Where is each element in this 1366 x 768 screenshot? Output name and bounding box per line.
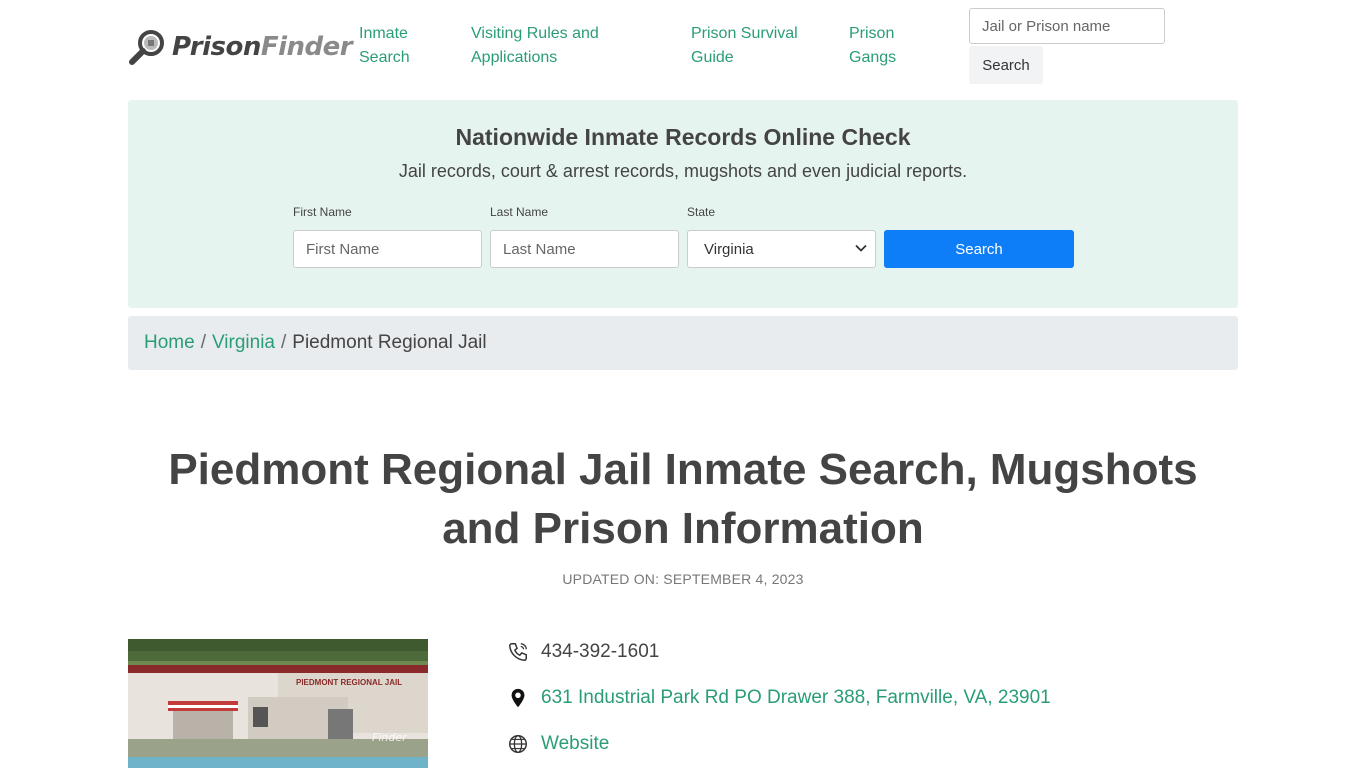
map-pin-icon [507, 687, 529, 709]
phone-number: 434-392-1601 [541, 641, 660, 662]
facility-photo: PIEDMONT REGIONAL JAIL Finder [128, 639, 428, 768]
nav-prison-survival-guide[interactable]: Prison Survival Guide [691, 22, 821, 70]
breadcrumb-separator: / [200, 332, 206, 353]
breadcrumb-current: Piedmont Regional Jail [292, 332, 487, 353]
state-select[interactable]: Virginia [687, 230, 876, 268]
inmate-records-panel: Nationwide Inmate Records Online Check J… [128, 100, 1238, 308]
state-select-value: Virginia [704, 240, 754, 258]
address-link[interactable]: 631 Industrial Park Rd PO Drawer 388, Fa… [541, 687, 1051, 709]
logo-text: PrisonFinder [172, 32, 353, 62]
nav-prison-gangs[interactable]: Prison Gangs [849, 22, 919, 70]
website-link[interactable]: Website [541, 733, 609, 755]
breadcrumb-home[interactable]: Home [144, 332, 195, 354]
phone-row: 434-392-1601 [507, 641, 659, 663]
last-name-field[interactable] [490, 230, 679, 268]
breadcrumb: Home / Virginia / Piedmont Regional Jail [128, 316, 1238, 370]
phone-icon [507, 641, 529, 663]
facility-sign-text: PIEDMONT REGIONAL JAIL [296, 678, 402, 687]
breadcrumb-separator: / [281, 332, 287, 353]
promo-title: Nationwide Inmate Records Online Check [455, 124, 911, 150]
site-logo[interactable]: PrisonFinder [128, 26, 353, 68]
records-search-button[interactable]: Search [884, 230, 1074, 268]
prison-search-button[interactable]: Search [969, 46, 1043, 84]
address-row: 631 Industrial Park Rd PO Drawer 388, Fa… [507, 687, 1051, 709]
magnifier-logo-icon [129, 30, 164, 65]
prison-search-input[interactable] [969, 8, 1165, 44]
watermark-text: Finder [372, 731, 408, 744]
nav-visiting-rules[interactable]: Visiting Rules and Applications [471, 22, 661, 70]
page-title: Piedmont Regional Jail Inmate Search, Mu… [168, 445, 1198, 553]
chevron-down-icon [855, 243, 867, 255]
website-row: Website [507, 733, 609, 755]
last-name-label: Last Name [490, 205, 549, 219]
promo-subtitle: Jail records, court & arrest records, mu… [398, 161, 968, 181]
first-name-field[interactable] [293, 230, 482, 268]
first-name-label: First Name [293, 205, 352, 219]
globe-icon [507, 733, 529, 755]
breadcrumb-state[interactable]: Virginia [212, 332, 275, 354]
nav-inmate-search[interactable]: Inmate Search [359, 22, 449, 70]
state-label: State [687, 205, 716, 219]
updated-date: UPDATED ON: SEPTEMBER 4, 2023 [562, 571, 804, 587]
